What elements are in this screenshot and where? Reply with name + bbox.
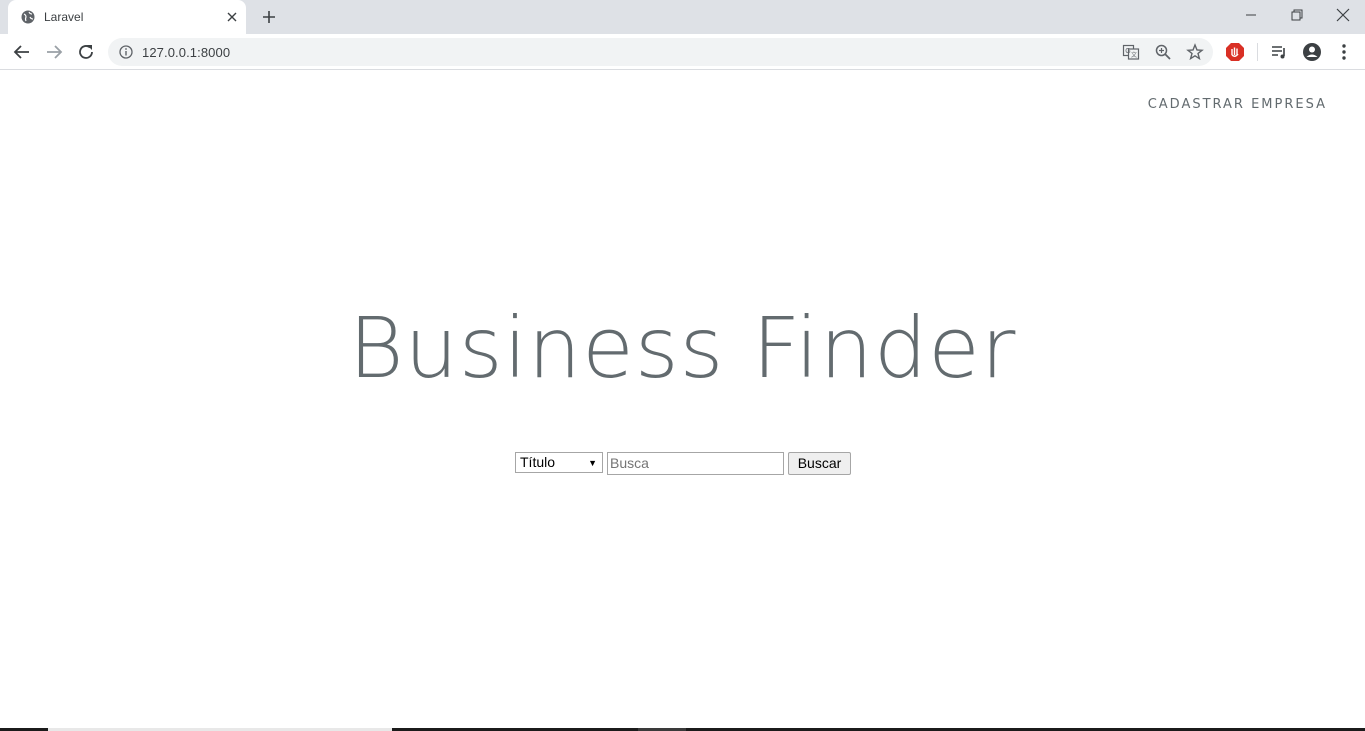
profile-avatar-icon[interactable]	[1301, 41, 1323, 63]
info-icon[interactable]	[119, 45, 133, 59]
reload-icon[interactable]	[75, 41, 97, 63]
register-company-link[interactable]: CADASTRAR EMPRESA	[1148, 97, 1327, 112]
zoom-icon[interactable]	[1154, 43, 1172, 61]
search-field-select[interactable]: Título ▼	[515, 452, 603, 473]
close-icon[interactable]	[224, 9, 240, 25]
browser-tab[interactable]: Laravel	[8, 0, 246, 34]
globe-icon	[21, 10, 35, 24]
select-value: Título	[520, 454, 556, 470]
search-input[interactable]: Busca	[607, 452, 784, 475]
browser-toolbar: 127.0.0.1:8000 G 文	[0, 34, 1365, 70]
search-button[interactable]: Buscar	[788, 452, 851, 475]
new-tab-icon[interactable]	[261, 9, 277, 25]
back-icon[interactable]	[11, 41, 33, 63]
translate-icon[interactable]: G 文	[1122, 43, 1140, 61]
page-title: Business Finder	[348, 299, 1017, 397]
menu-kebab-icon[interactable]	[1333, 41, 1355, 63]
url-text[interactable]: 127.0.0.1:8000	[142, 45, 230, 60]
window-close-icon[interactable]	[1333, 6, 1353, 26]
tab-strip: Laravel	[0, 0, 1365, 34]
toolbar-separator	[1257, 43, 1258, 61]
svg-text:G: G	[1125, 48, 1130, 55]
chevron-down-icon: ▼	[588, 458, 597, 468]
svg-text:文: 文	[1131, 51, 1137, 59]
bookmark-star-icon[interactable]	[1186, 43, 1204, 61]
tab-title: Laravel	[44, 10, 84, 24]
page-content: CADASTRAR EMPRESA Business Finder Título…	[0, 71, 1365, 728]
address-bar[interactable]: 127.0.0.1:8000 G 文	[108, 38, 1213, 66]
restore-icon[interactable]	[1287, 6, 1307, 26]
forward-icon[interactable]	[43, 41, 65, 63]
adblock-extension-icon[interactable]	[1224, 41, 1246, 63]
media-controls-icon[interactable]	[1268, 41, 1290, 63]
minimize-icon[interactable]	[1241, 6, 1261, 26]
